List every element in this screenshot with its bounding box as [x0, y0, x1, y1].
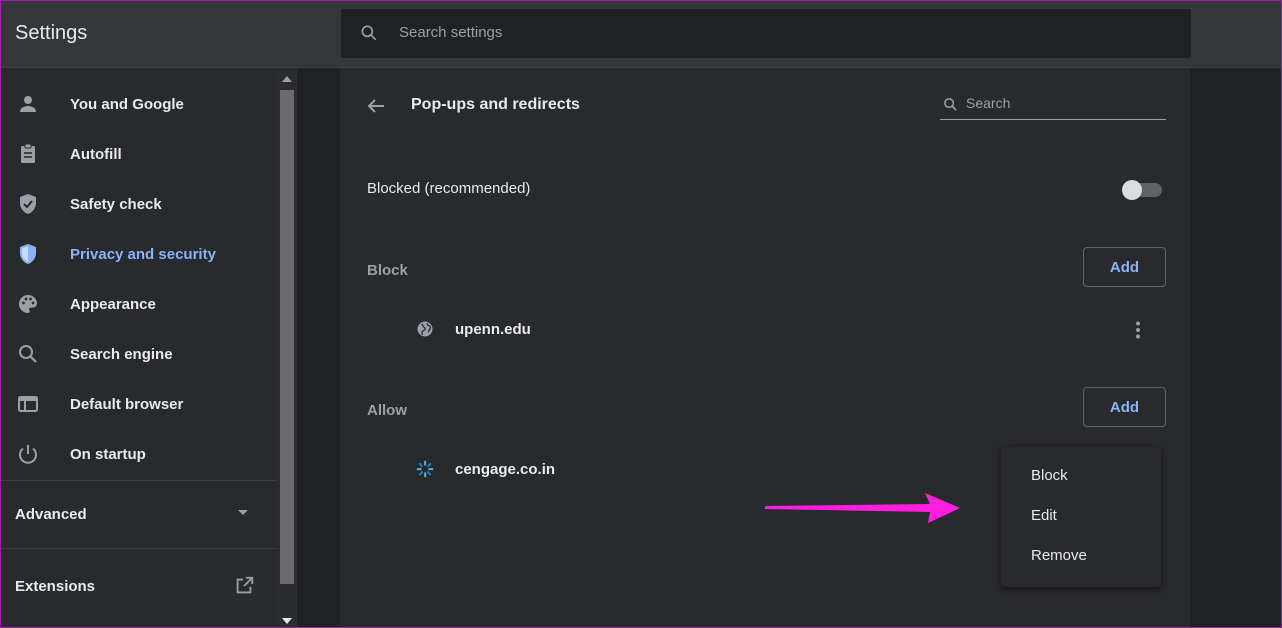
sidebar-item-label: Safety check — [70, 195, 162, 213]
allow-section-label: Allow — [367, 402, 407, 419]
chevron-down-icon — [238, 510, 248, 515]
allow-add-button[interactable]: Add — [1083, 387, 1166, 427]
globe-icon — [417, 321, 433, 337]
sidebar-advanced-toggle[interactable]: Advanced — [1, 489, 277, 539]
browser-icon — [18, 396, 38, 412]
back-arrow-icon[interactable] — [364, 94, 388, 118]
sidebar-item-privacy-and-security[interactable]: Privacy and security — [1, 229, 277, 279]
shield-icon — [20, 244, 36, 264]
sidebar-item-on-startup[interactable]: On startup — [1, 429, 277, 479]
site-label: cengage.co.in — [455, 460, 556, 478]
divider — [1, 480, 277, 481]
panel-search-placeholder: Search — [966, 95, 1011, 111]
toggle-knob — [1122, 180, 1142, 200]
menu-item-remove[interactable]: Remove — [1001, 536, 1161, 576]
scroll-up-arrow-icon[interactable] — [282, 76, 292, 82]
annotation-arrow — [765, 493, 960, 523]
sidebar-item-label: Privacy and security — [70, 245, 216, 263]
scrollbar-thumb[interactable] — [280, 90, 294, 584]
panel-search-input[interactable]: Search — [940, 92, 1166, 120]
sidebar-item-appearance[interactable]: Appearance — [1, 279, 277, 329]
search-icon — [944, 98, 957, 111]
menu-item-label: Edit — [1031, 507, 1057, 524]
sidebar-item-safety-check[interactable]: Safety check — [1, 179, 277, 229]
sidebar-item-default-browser[interactable]: Default browser — [1, 379, 277, 429]
sidebar-item-label: You and Google — [70, 95, 184, 113]
search-icon — [19, 345, 37, 363]
open-in-new-icon — [236, 576, 254, 594]
search-placeholder: Search settings — [399, 24, 503, 41]
power-icon — [19, 445, 37, 464]
more-actions-icon[interactable] — [1126, 318, 1150, 342]
search-settings-input[interactable]: Search settings — [341, 9, 1191, 58]
search-icon — [361, 25, 377, 41]
sidebar-item-autofill[interactable]: Autofill — [1, 129, 277, 179]
palette-icon — [18, 295, 37, 313]
divider — [1, 548, 277, 549]
menu-item-block[interactable]: Block — [1001, 456, 1161, 496]
menu-item-edit[interactable]: Edit — [1001, 496, 1161, 536]
menu-item-label: Remove — [1031, 547, 1087, 564]
shield-check-icon — [20, 194, 36, 214]
extensions-label: Extensions — [15, 577, 96, 595]
sidebar-scrollbar[interactable] — [277, 68, 297, 627]
person-icon — [20, 96, 36, 112]
block-add-button[interactable]: Add — [1083, 247, 1166, 287]
advanced-label: Advanced — [15, 505, 87, 523]
blocked-toggle[interactable] — [1122, 180, 1164, 200]
sidebar-item-extensions[interactable]: Extensions — [1, 561, 277, 611]
site-favicon-icon — [416, 460, 434, 478]
block-section-label: Block — [367, 262, 408, 279]
sidebar-item-label: Autofill — [70, 145, 122, 163]
clipboard-icon — [21, 143, 35, 163]
sidebar-item-label: On startup — [70, 445, 146, 463]
sidebar-item-label: Default browser — [70, 395, 184, 413]
site-context-menu: Block Edit Remove — [1001, 447, 1161, 587]
page-title: Pop-ups and redirects — [411, 96, 580, 113]
sidebar: You and Google Autofill Safety check Pri… — [1, 68, 277, 627]
scroll-down-arrow-icon[interactable] — [282, 618, 292, 624]
menu-item-label: Block — [1031, 467, 1068, 484]
top-bar: Settings Search settings — [1, 1, 1281, 68]
site-label: upenn.edu — [455, 320, 531, 338]
sidebar-item-you-and-google[interactable]: You and Google — [1, 79, 277, 129]
sidebar-item-label: Appearance — [70, 295, 156, 313]
sidebar-item-search-engine[interactable]: Search engine — [1, 329, 277, 379]
sidebar-item-label: Search engine — [70, 345, 173, 363]
blocked-label: Blocked (recommended) — [367, 180, 531, 197]
app-title: Settings — [15, 22, 88, 44]
